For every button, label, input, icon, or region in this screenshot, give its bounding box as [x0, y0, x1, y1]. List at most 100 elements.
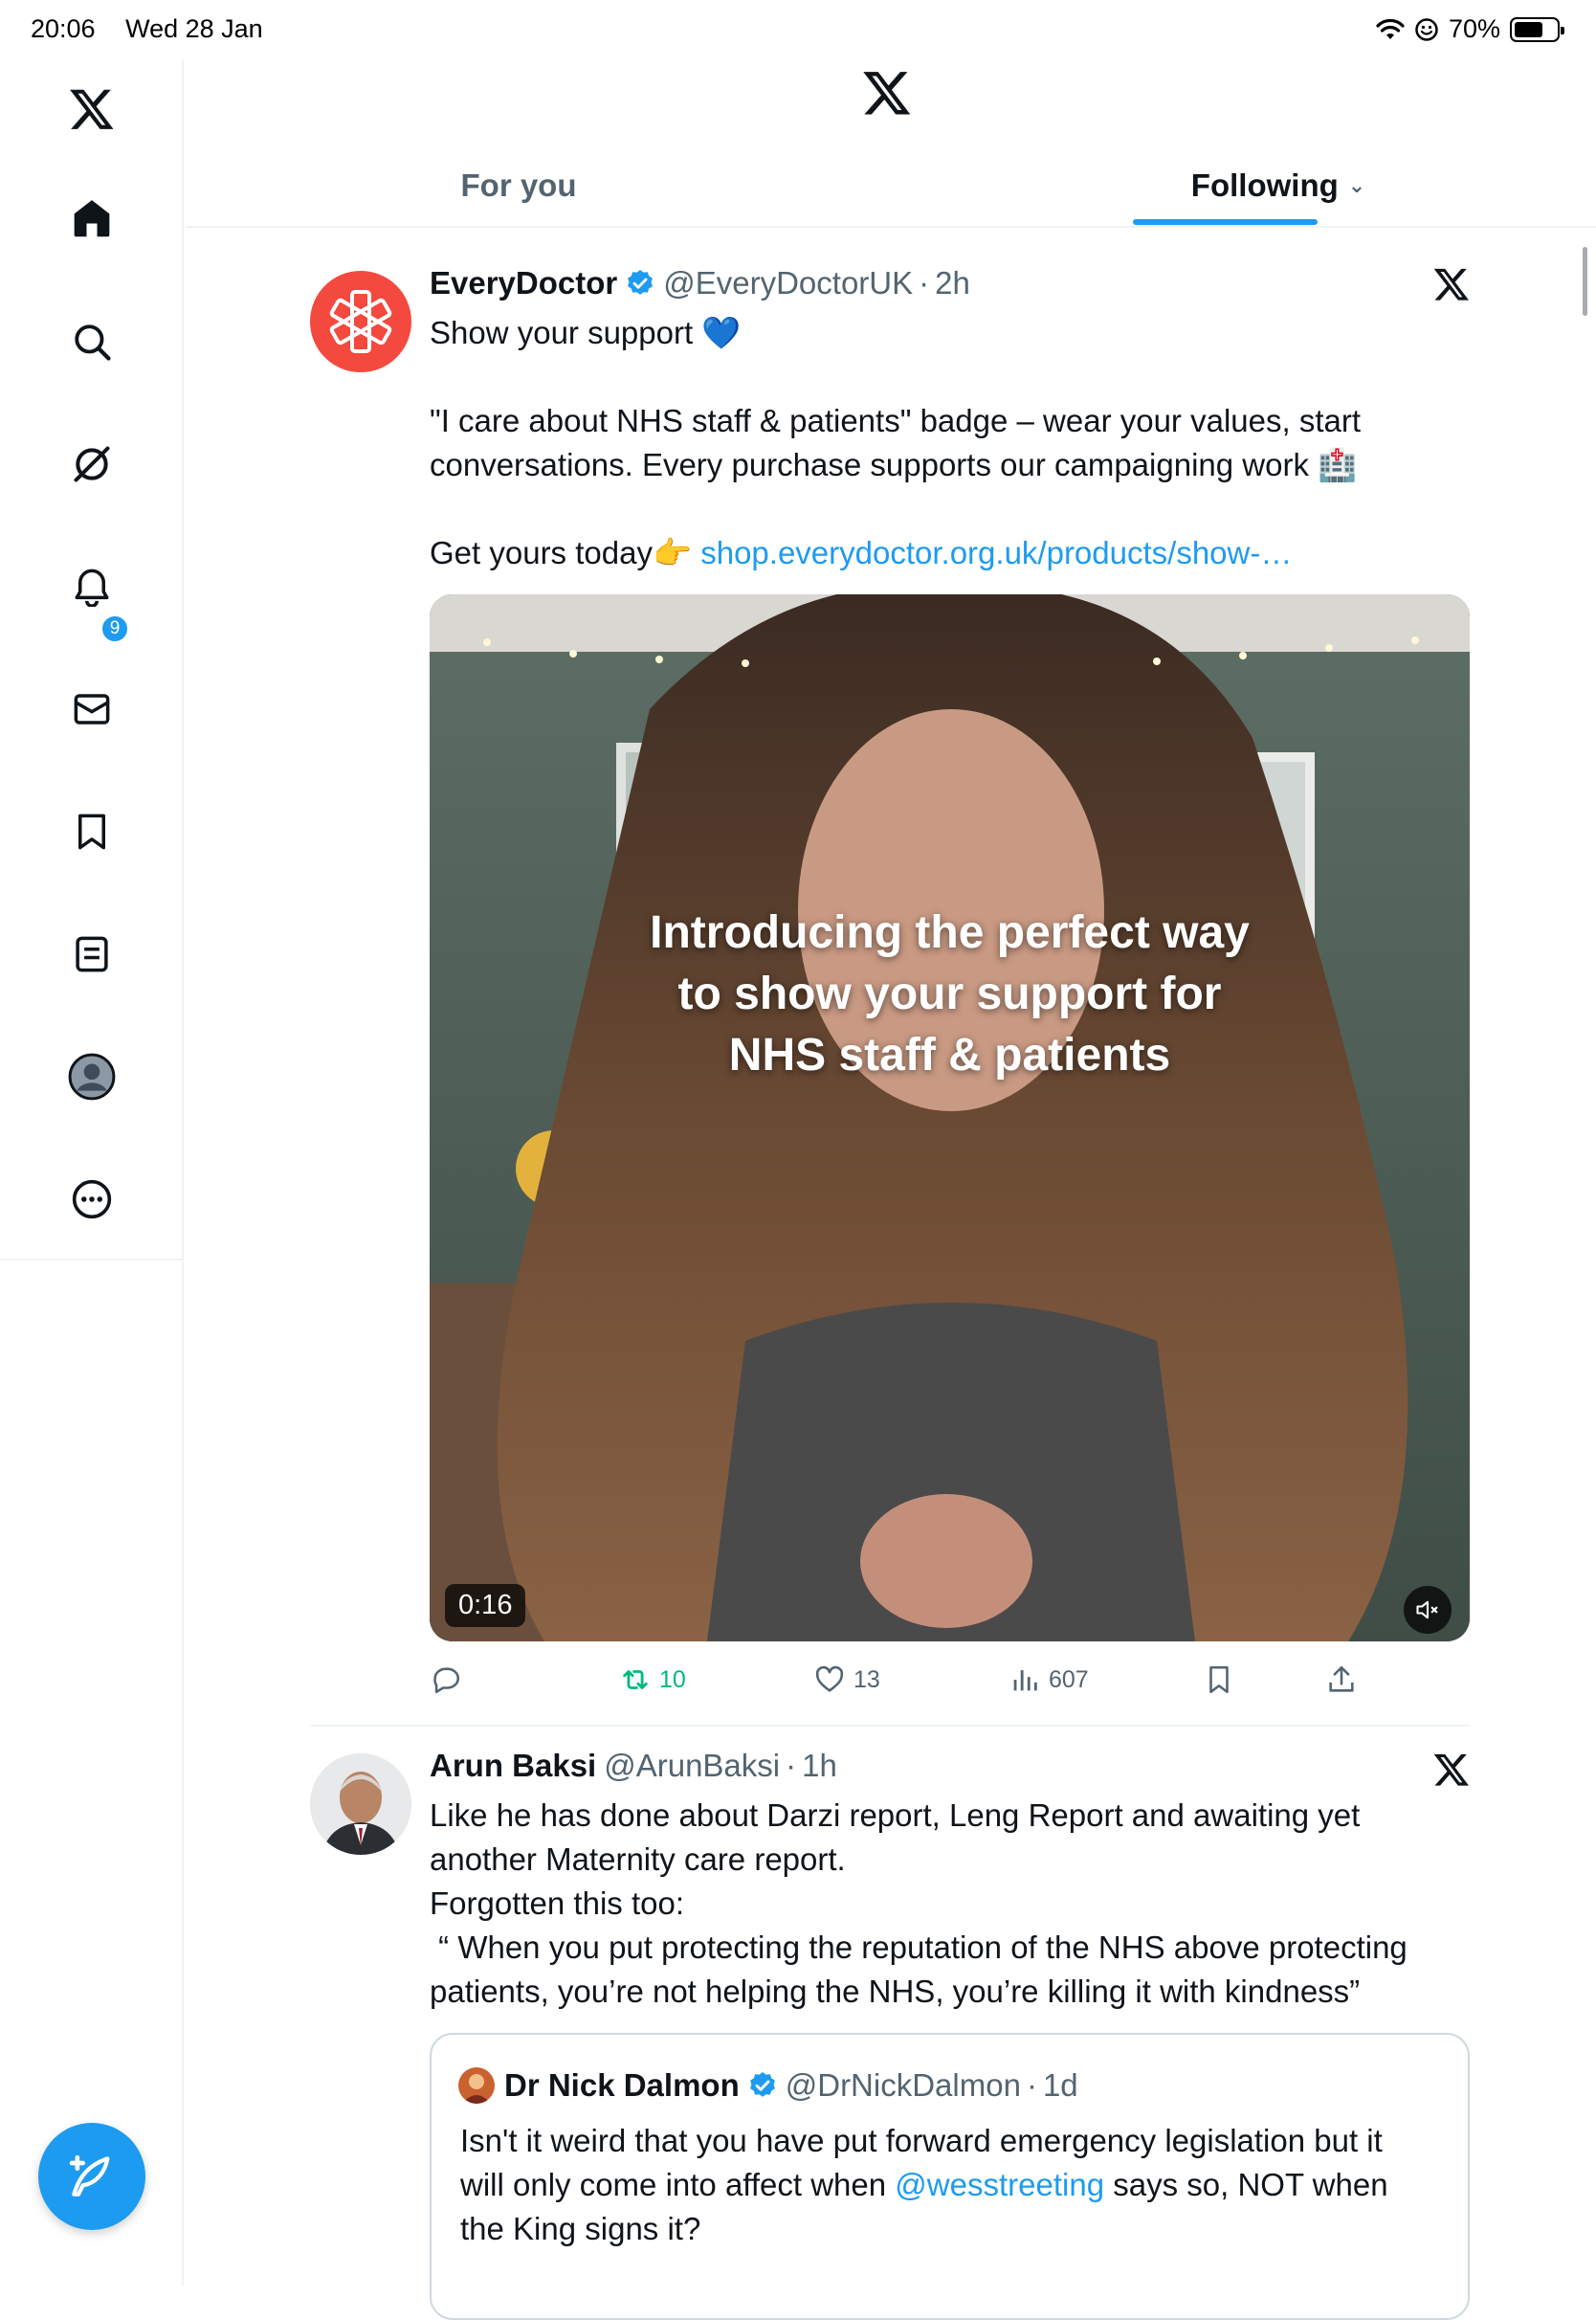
x-logo-header-icon[interactable] [861, 67, 919, 124]
quoted-tweet-header: Dr Nick Dalmon @DrNickDalmon · 1d [458, 2067, 1078, 2104]
status-time: 20:06 [31, 14, 96, 43]
author-name[interactable]: Arun Baksi [430, 1748, 596, 1784]
reply-button[interactable] [430, 1656, 462, 1704]
tweet-line: “ When you put protecting the reputation… [430, 1930, 1408, 1965]
avatar[interactable] [310, 271, 411, 372]
muted-speaker-icon [1416, 1600, 1438, 1619]
grok-icon[interactable] [63, 435, 121, 493]
tab-following[interactable]: Following ⌄ [1058, 144, 1498, 228]
search-icon[interactable] [63, 313, 121, 370]
repost-count: 10 [659, 1665, 686, 1693]
author-name[interactable]: EveryDoctor [430, 265, 617, 301]
shop-link[interactable]: shop.everydoctor.org.uk/products/show-… [700, 535, 1292, 570]
quoted-tweet[interactable]: Dr Nick Dalmon @DrNickDalmon · 1d Isn't … [430, 2033, 1470, 2320]
video-duration: 0:16 [445, 1584, 526, 1627]
tab-following-label: Following [1190, 167, 1339, 203]
author-handle[interactable]: @EveryDoctorUK [663, 265, 913, 301]
profile-icon[interactable] [63, 1048, 121, 1105]
tweet-text-fragment: Get yours today👉 [430, 535, 701, 570]
video-player[interactable]: Introducing the perfect way to show your… [430, 594, 1470, 1641]
author-handle[interactable]: @ArunBaksi [604, 1748, 780, 1784]
quoted-tweet-time: 1d [1042, 2067, 1078, 2103]
quoted-tweet-body: Isn't it weird that you have put forward… [460, 2119, 1388, 2251]
tweet-line: conversations. Every purchase supports o… [430, 447, 1358, 482]
tab-for-you[interactable]: For you [186, 144, 852, 228]
bell-icon[interactable] [63, 558, 121, 615]
focus-mode-icon [1415, 17, 1438, 41]
x-logo-icon[interactable] [63, 80, 121, 138]
verified-badge-icon [628, 270, 654, 295]
tweet-divider [310, 1725, 1470, 1727]
analytics-icon [1013, 1670, 1037, 1691]
status-date: Wed 28 Jan [125, 14, 263, 43]
home-icon[interactable] [63, 190, 121, 247]
scrollbar[interactable] [1583, 247, 1587, 316]
tweet-body: Show your support 💙 "I care about NHS st… [430, 311, 1361, 575]
notifications-badge: 9 [100, 613, 130, 644]
bookmark-icon[interactable] [63, 803, 121, 860]
tweet-time[interactable]: 1h [802, 1748, 837, 1784]
tweet-actions: 10 13 607 [430, 1656, 1470, 1704]
avatar [458, 2067, 495, 2104]
status-bar: 20:06 Wed 28 Jan 70% [0, 0, 1596, 59]
repost-icon [623, 1670, 648, 1689]
tweet-line: Forgotten this too: [430, 1885, 684, 1921]
like-button[interactable]: 13 [813, 1656, 880, 1704]
bookmark-button[interactable] [1203, 1656, 1235, 1704]
tweet-line: Get yours today👉 shop.everydoctor.org.uk… [430, 531, 1361, 575]
bookmark-icon [1209, 1665, 1229, 1694]
tweet-line: Isn't it weird that you have put forward… [460, 2123, 1383, 2158]
tweet-line: patients, you’re not helping the NHS, yo… [430, 1974, 1361, 2009]
tweet-line: Show your support 💙 [430, 315, 742, 350]
tweet-line: the King signs it? [460, 2211, 701, 2246]
repost-button[interactable]: 10 [619, 1656, 686, 1704]
mail-icon[interactable] [63, 680, 121, 738]
avatar-photo [310, 1753, 411, 1855]
battery-percent: 70% [1448, 14, 1500, 43]
compose-button[interactable] [38, 2123, 145, 2230]
x-source-icon[interactable] [1432, 1751, 1471, 1789]
views-button[interactable]: 607 [1009, 1656, 1089, 1704]
active-tab-indicator [1133, 219, 1318, 225]
quoted-author-name: Dr Nick Dalmon [504, 2067, 740, 2103]
video-caption: Introducing the perfect way to show your… [430, 903, 1470, 1086]
tweet-time[interactable]: 2h [935, 265, 970, 301]
like-count: 13 [853, 1665, 880, 1693]
separator-dot: · [1026, 2067, 1037, 2103]
battery-icon [1510, 16, 1564, 42]
tab-for-you-label: For you [460, 167, 577, 203]
reply-icon [433, 1667, 459, 1694]
list-icon[interactable] [63, 926, 121, 983]
avatar[interactable] [310, 1753, 411, 1855]
tweet-line: will only come into affect when @wesstre… [460, 2163, 1388, 2207]
view-count: 607 [1049, 1665, 1089, 1693]
separator-dot: · [919, 265, 930, 301]
more-icon[interactable] [63, 1171, 121, 1228]
x-source-icon[interactable] [1432, 265, 1471, 303]
tweet-text-fragment: says so, NOT when [1104, 2167, 1388, 2202]
tweet-line: Like he has done about Darzi report, Len… [430, 1797, 1361, 1833]
sidebar-divider [0, 1259, 184, 1260]
timeline-tabs: For you Following ⌄ [186, 144, 1596, 228]
sidebar: 9 [0, 59, 184, 2286]
tweet-line: another Maternity care report. [430, 1841, 846, 1877]
compose-icon [69, 2154, 110, 2197]
everydoctor-logo-icon [329, 290, 392, 353]
tweet-line: "I care about NHS staff & patients" badg… [430, 403, 1362, 438]
tweet-body: Like he has done about Darzi report, Len… [430, 1794, 1408, 2014]
video-caption-line: to show your support for [677, 969, 1222, 1019]
heart-icon [815, 1665, 844, 1692]
mention-link[interactable]: @wesstreeting [895, 2167, 1104, 2202]
chevron-down-icon[interactable]: ⌄ [1348, 173, 1365, 198]
tweet-text-fragment: will only come into affect when [460, 2167, 896, 2202]
video-caption-line: Introducing the perfect way [650, 907, 1250, 958]
quoted-author-handle: @DrNickDalmon [785, 2067, 1021, 2103]
separator-dot: · [786, 1748, 797, 1783]
video-caption-line: NHS staff & patients [728, 1030, 1171, 1081]
share-button[interactable] [1325, 1656, 1358, 1704]
verified-badge-icon [749, 2072, 775, 2097]
tweet-header: EveryDoctor @EveryDoctorUK · 2h [430, 265, 970, 301]
tweet-header: Arun Baksi @ArunBaksi · 1h [430, 1748, 837, 1784]
video-frame [430, 594, 1470, 1641]
mute-button[interactable] [1404, 1586, 1452, 1634]
